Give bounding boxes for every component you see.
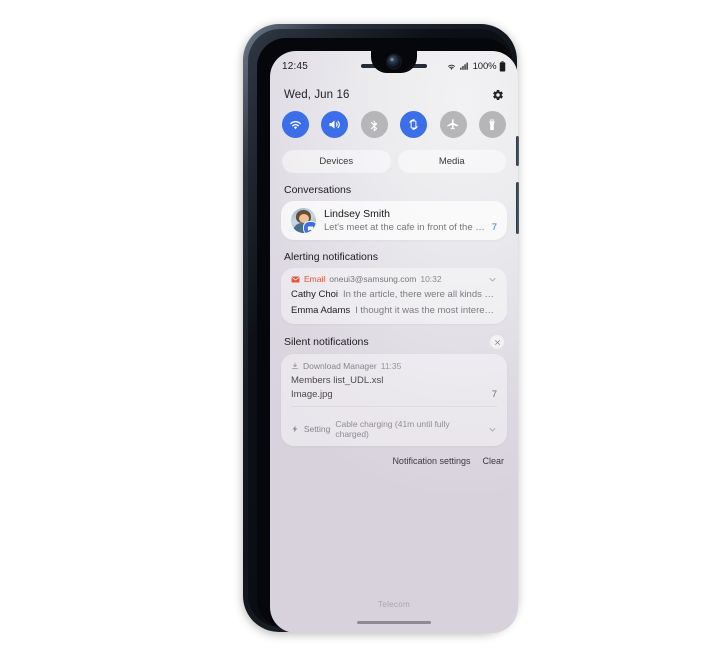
email-preview: I thought it was the most interesting th… (355, 305, 497, 316)
phone-device: 12:45 100% Wed, Jun 16 Devices Media Con… (243, 24, 519, 633)
toggle-bluetooth[interactable] (360, 111, 388, 138)
media-button[interactable]: Media (397, 150, 506, 173)
chevron-down-icon[interactable] (488, 275, 497, 284)
status-indicators: 100% (446, 61, 506, 72)
quick-panel-header: Wed, Jun 16 (270, 81, 518, 107)
notification-settings-button[interactable]: Notification settings (392, 456, 470, 466)
toggle-wifi[interactable] (282, 111, 309, 138)
status-clock: 12:45 (282, 60, 309, 72)
conversation-notification[interactable]: Lindsey Smith Let's meet at the cafe in … (281, 201, 507, 240)
quick-settings-panel: Wed, Jun 16 Devices Media Conversations … (270, 81, 518, 466)
download-icon (292, 362, 298, 369)
email-preview: In the article, there were all kinds of … (343, 289, 497, 300)
email-account: oneui3@samsung.com (329, 274, 417, 284)
sound-icon (329, 120, 341, 129)
toggle-airplane[interactable] (439, 111, 467, 138)
setting-text: Cable charging (41m until fully charged) (335, 419, 450, 439)
email-time: 10:32 (420, 274, 442, 284)
email-message-row: Emma Adams I thought it was the most int… (291, 305, 497, 316)
conversation-sender: Lindsey Smith (324, 208, 390, 220)
charging-bolt-icon (292, 425, 298, 433)
clear-button[interactable]: Clear (482, 456, 504, 466)
gear-icon[interactable] (492, 89, 504, 101)
flashlight-icon (489, 118, 496, 130)
quick-toggle-row (270, 107, 518, 138)
silent-title: Silent notifications (284, 336, 369, 348)
alerting-section-header: Alerting notifications (270, 240, 518, 268)
conversation-count: 7 (491, 222, 497, 233)
email-sender: Emma Adams (291, 305, 351, 316)
battery-percent: 100% (472, 60, 497, 72)
phone-frame-inner: 12:45 100% Wed, Jun 16 Devices Media Con… (248, 29, 518, 633)
phone-screen: 12:45 100% Wed, Jun 16 Devices Media Con… (270, 51, 518, 633)
chevron-down-icon[interactable] (488, 425, 497, 434)
setting-app-name: Setting (303, 424, 331, 434)
toggle-flashlight[interactable] (478, 111, 506, 138)
email-app-name: Email (304, 274, 326, 284)
signal-bars-icon (460, 62, 468, 70)
alerting-title: Alerting notifications (284, 251, 378, 263)
conversations-title: Conversations (284, 184, 352, 196)
screenshot-stage: 12:45 100% Wed, Jun 16 Devices Media Con… (0, 0, 720, 663)
devices-button[interactable]: Devices (282, 150, 391, 173)
avatar (291, 208, 316, 233)
wifi-icon (290, 121, 301, 130)
download-file-2: Image.jpg (291, 389, 333, 400)
phone-bezel: 12:45 100% Wed, Jun 16 Devices Media Con… (257, 38, 518, 633)
download-count: 7 (491, 389, 497, 400)
battery-full-icon (499, 60, 506, 72)
close-icon[interactable] (490, 335, 504, 349)
download-app-name: Download Manager (303, 361, 377, 371)
message-badge-icon (303, 221, 316, 233)
panel-date: Wed, Jun 16 (284, 89, 350, 101)
notification-actions: Notification settings Clear (270, 446, 518, 466)
silent-section-header: Silent notifications (270, 324, 518, 354)
front-camera-icon (387, 55, 401, 68)
toggle-auto-rotate[interactable] (400, 111, 428, 138)
auto-rotate-icon (409, 118, 418, 131)
email-notification[interactable]: Email oneui3@samsung.com 10:32 Cathy Cho… (281, 268, 507, 324)
download-time: 11:35 (380, 361, 402, 371)
display-notch (371, 51, 417, 73)
carrier-label: Telecom (378, 600, 410, 609)
email-sender: Cathy Choi (291, 289, 338, 300)
bluetooth-icon (371, 119, 378, 131)
airplane-icon (447, 118, 459, 129)
toggle-sound[interactable] (321, 111, 349, 138)
download-file-1: Members list_UDL.xsl (291, 375, 384, 386)
email-icon (291, 276, 300, 282)
divider (291, 406, 497, 407)
conversations-section-header: Conversations (270, 173, 518, 201)
silent-notification-group[interactable]: Download Manager 11:35 Members list_UDL.… (281, 354, 507, 446)
gesture-bar[interactable] (357, 621, 431, 624)
email-message-row: Cathy Choi In the article, there were al… (291, 289, 497, 300)
download-notification[interactable]: Download Manager 11:35 Members list_UDL.… (281, 354, 507, 413)
setting-notification[interactable]: Setting Cable charging (41m until fully … (281, 413, 507, 446)
wifi-icon (447, 64, 455, 70)
media-devices-row: Devices Media (270, 138, 518, 173)
conversation-message: Let's meet at the cafe in front of the c… (324, 222, 487, 233)
